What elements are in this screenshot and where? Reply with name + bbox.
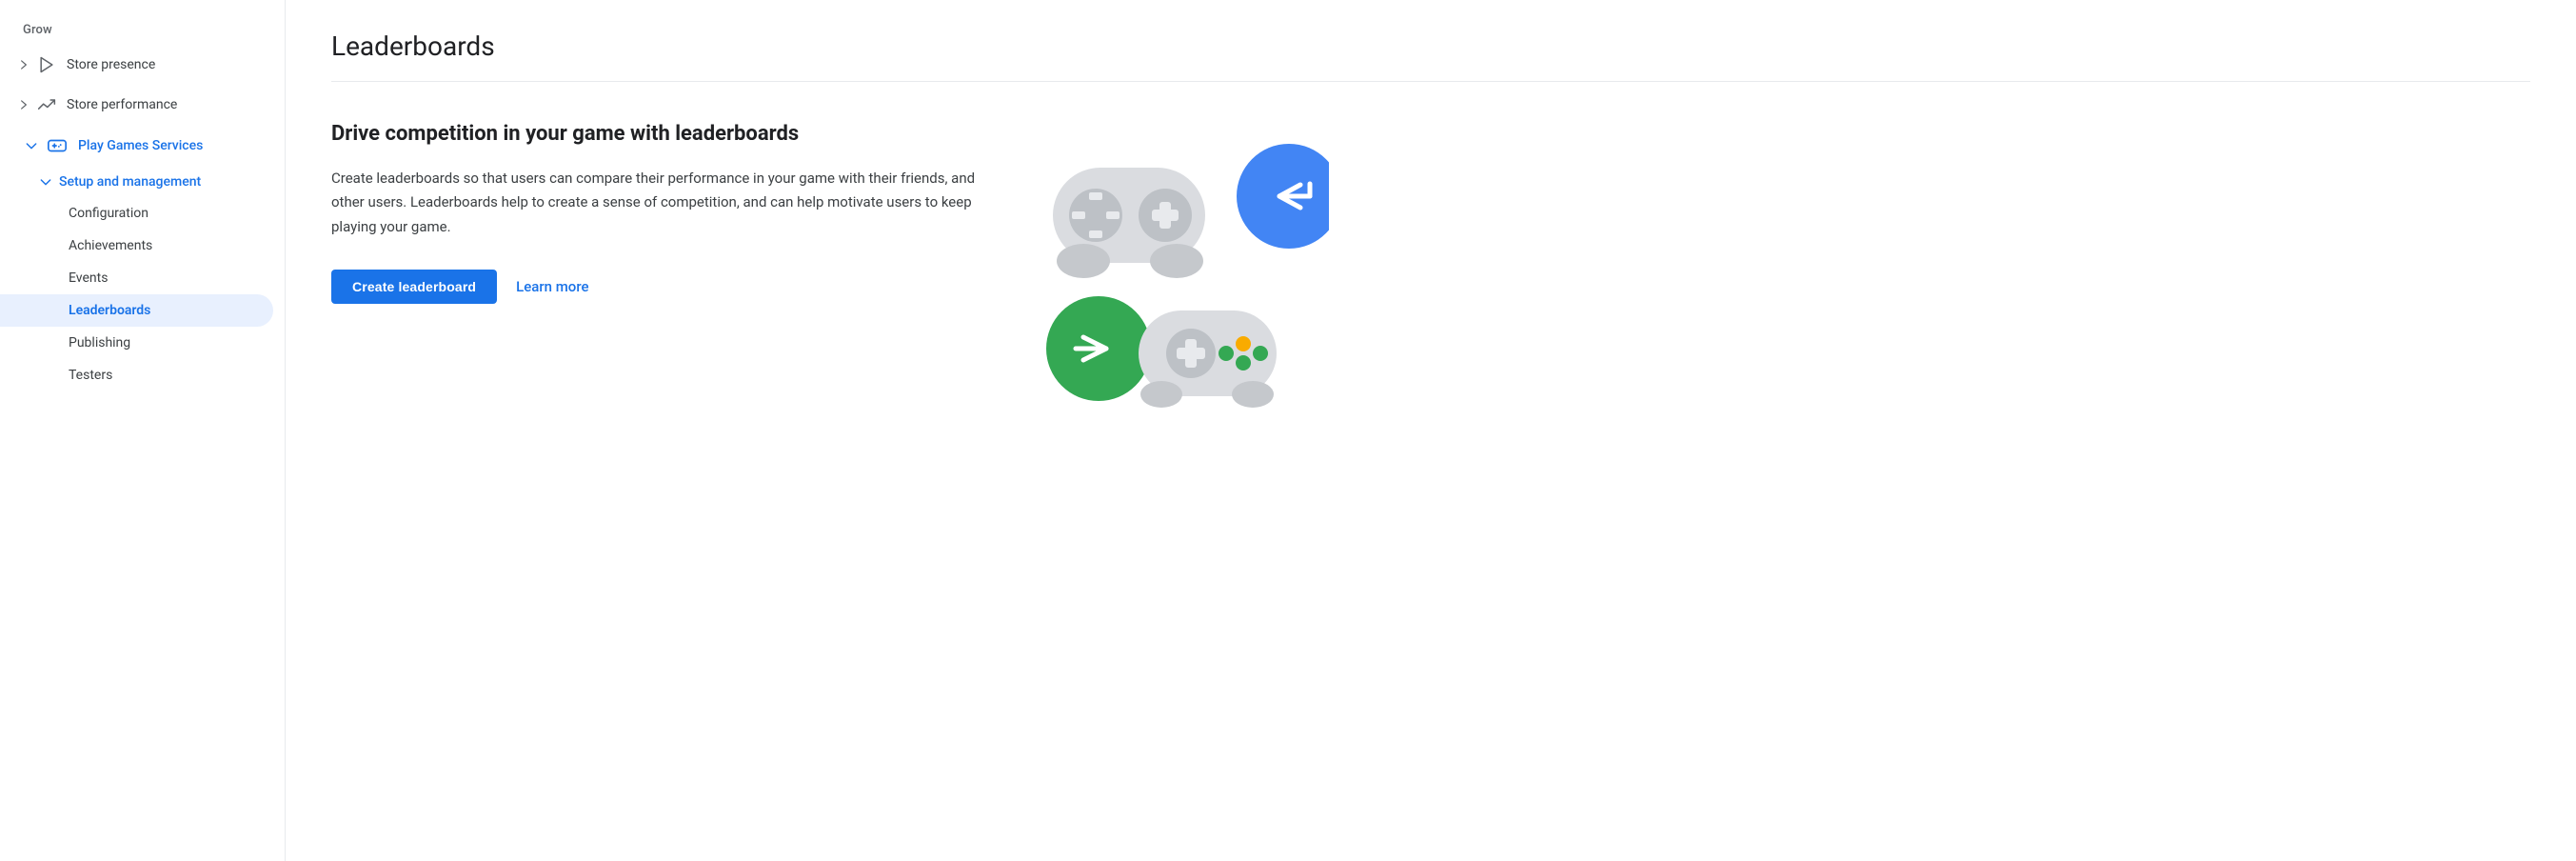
divider: [331, 81, 2530, 82]
main-content: Leaderboards Drive competition in your g…: [286, 0, 2576, 861]
content-body: Create leaderboards so that users can co…: [331, 167, 979, 240]
sidebar-label-testers: Testers: [69, 368, 112, 383]
sidebar-item-testers[interactable]: Testers: [0, 359, 273, 391]
sidebar-label-play-games-services: Play Games Services: [78, 138, 203, 153]
sidebar-label-store-performance: Store performance: [67, 97, 177, 112]
trending-icon: [36, 94, 57, 115]
sidebar-label-events: Events: [69, 270, 108, 286]
sidebar-label-achievements: Achievements: [69, 238, 152, 253]
chevron-right-icon-perf: [15, 96, 32, 113]
sidebar-item-events[interactable]: Events: [0, 262, 273, 294]
leaderboards-illustration: [1024, 120, 1329, 444]
sidebar-item-publishing[interactable]: Publishing: [0, 327, 273, 359]
actions: Create leaderboard Learn more: [331, 270, 979, 304]
text-section: Drive competition in your game with lead…: [331, 120, 979, 304]
sidebar-item-setup-and-management[interactable]: Setup and management: [0, 167, 285, 197]
chevron-down-icon-games: [23, 137, 40, 154]
gamepad-icon: [46, 134, 69, 157]
learn-more-link[interactable]: Learn more: [516, 278, 588, 295]
sidebar-item-store-performance[interactable]: Store performance: [0, 85, 273, 125]
sidebar-label-setup-and-management: Setup and management: [59, 174, 201, 190]
sidebar-label-leaderboards: Leaderboards: [69, 303, 150, 318]
chevron-right-icon: [15, 56, 32, 73]
create-leaderboard-button[interactable]: Create leaderboard: [331, 270, 497, 304]
content-area: Drive competition in your game with lead…: [331, 120, 2530, 444]
play-icon: [36, 54, 57, 75]
sidebar-label-store-presence: Store presence: [67, 57, 155, 72]
content-heading: Drive competition in your game with lead…: [331, 120, 979, 150]
sidebar-section-grow: Grow: [0, 15, 285, 45]
page-title: Leaderboards: [331, 30, 2530, 62]
sidebar-item-achievements[interactable]: Achievements: [0, 230, 273, 262]
illustration: [1024, 120, 1329, 444]
sidebar-label-configuration: Configuration: [69, 206, 149, 221]
sidebar-item-leaderboards[interactable]: Leaderboards: [0, 294, 273, 327]
chevron-down-icon-setup: [38, 174, 53, 190]
sidebar: Grow Store presence Store performa: [0, 0, 286, 861]
sidebar-label-publishing: Publishing: [69, 335, 130, 350]
sidebar-item-configuration[interactable]: Configuration: [0, 197, 273, 230]
sidebar-item-play-games-services[interactable]: Play Games Services: [0, 125, 285, 167]
sidebar-item-store-presence[interactable]: Store presence: [0, 45, 273, 85]
